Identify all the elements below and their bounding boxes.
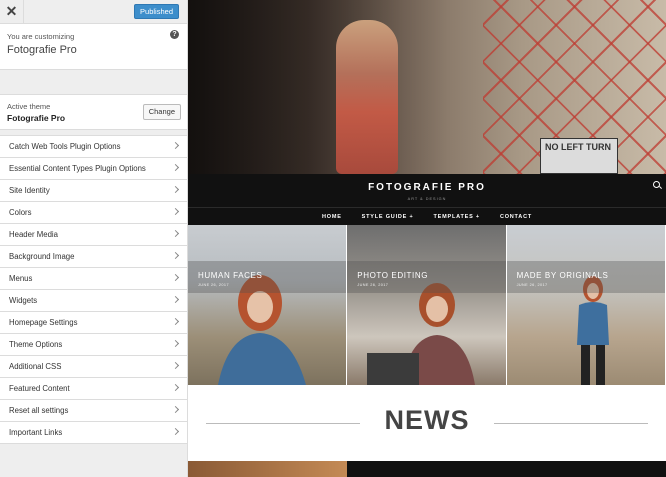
chevron-right-icon	[171, 339, 180, 348]
menu-item-additional-css[interactable]: Additional CSS	[0, 356, 187, 378]
chevron-right-icon	[171, 207, 180, 216]
site-preview: NO LEFT TURN FOTOGRAFIE PRO ART & DESIGN…	[188, 0, 666, 477]
site-title[interactable]: FOTOGRAFIE PRO	[188, 182, 666, 193]
chevron-right-icon	[171, 317, 180, 326]
menu-item-menus[interactable]: Menus	[0, 268, 187, 290]
news-thumbnails	[188, 461, 666, 477]
menu-item-background-image[interactable]: Background Image	[0, 246, 187, 268]
hero-shadow	[188, 0, 448, 174]
customizer-topbar: ✕ Published	[0, 0, 187, 24]
chevron-right-icon	[171, 361, 180, 370]
customizing-info: You are customizing Fotografie Pro ?	[0, 24, 187, 70]
menu-item-theme-options[interactable]: Theme Options	[0, 334, 187, 356]
site-header: FOTOGRAFIE PRO ART & DESIGN HOME STYLE G…	[188, 174, 666, 225]
menu-item-label: Widgets	[9, 296, 38, 305]
menu-item-label: Header Media	[9, 230, 58, 239]
menu-item-label: Menus	[9, 274, 33, 283]
news-thumbnail[interactable]	[347, 461, 666, 477]
hero-image: NO LEFT TURN	[188, 0, 666, 174]
menu-item-label: Colors	[9, 208, 32, 217]
nav-style-guide[interactable]: STYLE GUIDE +	[362, 208, 414, 225]
customizer-sidebar: ✕ Published You are customizing Fotograf…	[0, 0, 188, 477]
chevron-right-icon	[171, 163, 180, 172]
featured-content: HUMAN FACES JUNE 26, 2017 PHOTO EDITING …	[188, 225, 666, 385]
news-heading: NEWS	[384, 405, 470, 435]
nav-templates[interactable]: TEMPLATES +	[433, 208, 479, 225]
menu-item-label: Reset all settings	[9, 406, 69, 415]
chevron-right-icon	[171, 141, 180, 150]
featured-title[interactable]: PHOTO EDITING	[357, 271, 428, 280]
primary-nav: HOME STYLE GUIDE + TEMPLATES + CONTACT	[188, 207, 666, 225]
news-section: NEWS	[188, 385, 666, 461]
menu-item-header-media[interactable]: Header Media	[0, 224, 187, 246]
menu-item-site-identity[interactable]: Site Identity	[0, 180, 187, 202]
close-icon: ✕	[5, 3, 18, 19]
active-theme-panel: Active theme Fotografie Pro Change	[0, 94, 187, 130]
menu-item-label: Featured Content	[9, 384, 70, 393]
help-icon[interactable]: ?	[170, 30, 179, 39]
nav-contact[interactable]: CONTACT	[500, 208, 532, 225]
news-thumbnail[interactable]	[188, 461, 347, 477]
menu-item-featured-content[interactable]: Featured Content	[0, 378, 187, 400]
chevron-right-icon	[171, 251, 180, 260]
customizer-menu: Catch Web Tools Plugin Options Essential…	[0, 135, 187, 444]
chevron-right-icon	[171, 427, 180, 436]
search-icon[interactable]	[653, 181, 660, 188]
chevron-right-icon	[171, 383, 180, 392]
menu-item-label: Additional CSS	[9, 362, 62, 371]
menu-item-label: Background Image	[9, 252, 75, 261]
menu-item-colors[interactable]: Colors	[0, 202, 187, 224]
close-button[interactable]: ✕	[0, 0, 24, 23]
hero-sign-text: NO LEFT TURN	[545, 142, 611, 152]
menu-item-label: Homepage Settings	[9, 318, 78, 327]
site-tagline: ART & DESIGN	[407, 197, 447, 201]
featured-date: JUNE 26, 2017	[357, 283, 389, 287]
featured-item-human-faces[interactable]: HUMAN FACES JUNE 26, 2017	[188, 225, 348, 385]
menu-item-reset-all-settings[interactable]: Reset all settings	[0, 400, 187, 422]
featured-item-photo-editing[interactable]: PHOTO EDITING JUNE 26, 2017	[347, 225, 507, 385]
chevron-right-icon	[171, 295, 180, 304]
featured-date: JUNE 26, 2017	[198, 283, 229, 287]
featured-date: JUNE 26, 2017	[516, 283, 548, 287]
featured-item-made-by-originals[interactable]: MADE BY ORIGINALS JUNE 26, 2017	[506, 225, 666, 385]
divider-line	[494, 423, 648, 424]
menu-item-label: Theme Options	[9, 340, 63, 349]
menu-item-catch-web-tools[interactable]: Catch Web Tools Plugin Options	[0, 136, 187, 158]
nav-home[interactable]: HOME	[322, 208, 342, 225]
featured-title[interactable]: MADE BY ORIGINALS	[517, 271, 609, 280]
menu-item-label: Important Links	[9, 428, 63, 437]
featured-title[interactable]: HUMAN FACES	[198, 271, 262, 280]
menu-item-important-links[interactable]: Important Links	[0, 422, 187, 444]
chevron-right-icon	[171, 405, 180, 414]
customizing-prefix: You are customizing	[7, 32, 75, 41]
chevron-right-icon	[171, 229, 180, 238]
site-name: Fotografie Pro	[7, 44, 77, 56]
menu-item-label: Site Identity	[9, 186, 50, 195]
change-theme-button[interactable]: Change	[142, 104, 181, 120]
publish-button[interactable]: Published	[134, 4, 179, 19]
menu-item-homepage-settings[interactable]: Homepage Settings	[0, 312, 187, 334]
menu-item-essential-content-types[interactable]: Essential Content Types Plugin Options	[0, 158, 187, 180]
menu-item-label: Catch Web Tools Plugin Options	[9, 142, 121, 151]
chevron-right-icon	[171, 273, 180, 282]
menu-item-widgets[interactable]: Widgets	[0, 290, 187, 312]
hero-person	[336, 20, 398, 174]
chevron-right-icon	[171, 185, 180, 194]
hero-sign: NO LEFT TURN	[540, 138, 618, 174]
menu-item-label: Essential Content Types Plugin Options	[9, 164, 146, 173]
